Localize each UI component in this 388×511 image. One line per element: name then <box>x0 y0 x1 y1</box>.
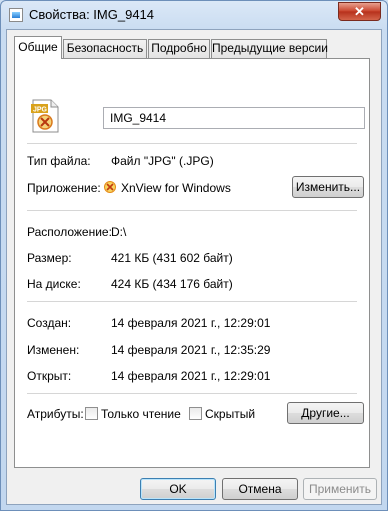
attributes-label: Атрибуты: <box>27 407 84 421</box>
size-value: 421 КБ (431 602 байт) <box>111 251 233 265</box>
divider <box>27 143 357 144</box>
modified-label: Изменен: <box>27 343 80 357</box>
file-properties-icon <box>9 8 23 22</box>
file-type-value: Файл "JPG" (.JPG) <box>111 154 214 168</box>
tab-previous-versions[interactable]: Предыдущие версии <box>211 39 328 58</box>
divider <box>27 301 357 302</box>
ok-button[interactable]: OK <box>140 478 216 500</box>
application-label: Приложение: <box>27 181 101 195</box>
general-panel: JPG IMG_9414 Тип файла: Файл "JPG" (.JPG… <box>14 58 370 468</box>
change-app-button[interactable]: Изменить... <box>292 176 364 198</box>
xnview-icon <box>104 181 116 193</box>
hidden-label[interactable]: Скрытый <box>205 407 255 421</box>
tab-details[interactable]: Подробно <box>148 39 210 58</box>
tab-general[interactable]: Общие <box>14 36 62 59</box>
hidden-checkbox[interactable] <box>189 407 202 420</box>
disk-size-value: 424 КБ (434 176 байт) <box>111 277 233 291</box>
modified-value: 14 февраля 2021 г., 12:35:29 <box>111 343 271 357</box>
window-title: Свойства: IMG_9414 <box>29 7 155 22</box>
application-value: XnView for Windows <box>121 181 231 195</box>
svg-text:JPG: JPG <box>33 107 48 114</box>
readonly-checkbox[interactable] <box>85 407 98 420</box>
opened-value: 14 февраля 2021 г., 12:29:01 <box>111 369 271 383</box>
tab-security[interactable]: Безопасность <box>63 39 147 58</box>
created-value: 14 февраля 2021 г., 12:29:01 <box>111 316 271 330</box>
location-label: Расположение: <box>27 225 112 239</box>
advanced-attributes-button[interactable]: Другие... <box>287 402 364 424</box>
disk-size-label: На диске: <box>27 277 81 291</box>
properties-window: Свойства: IMG_9414 ✕ Общие Безопасность … <box>0 0 388 511</box>
apply-button[interactable]: Применить <box>303 478 377 500</box>
jpg-file-icon: JPG <box>31 99 59 133</box>
opened-label: Открыт: <box>27 369 72 383</box>
dialog-body: Общие Безопасность Подробно Предыдущие в… <box>6 29 382 505</box>
readonly-label[interactable]: Только чтение <box>101 407 181 421</box>
location-value: D:\ <box>111 225 127 239</box>
divider <box>27 393 357 394</box>
cancel-button[interactable]: Отмена <box>222 478 298 500</box>
filename-field[interactable]: IMG_9414 <box>103 107 365 129</box>
title-bar[interactable]: Свойства: IMG_9414 ✕ <box>1 1 387 29</box>
file-type-label: Тип файла: <box>27 154 91 168</box>
created-label: Создан: <box>27 316 72 330</box>
divider <box>27 210 357 211</box>
close-button[interactable]: ✕ <box>338 2 381 21</box>
size-label: Размер: <box>27 251 72 265</box>
